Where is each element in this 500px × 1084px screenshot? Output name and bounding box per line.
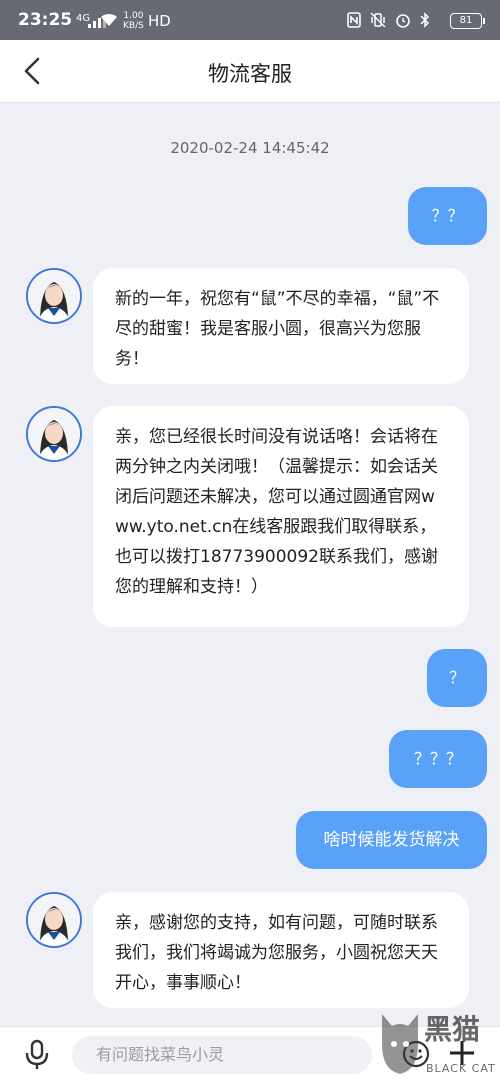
status-icons — [347, 12, 430, 32]
agent-avatar[interactable] — [26, 268, 82, 324]
hd-indicator: HD — [148, 12, 171, 30]
vibrate-icon — [370, 12, 386, 32]
watermark-logo: 黑猫 BLACK CAT — [378, 1004, 500, 1083]
message-input[interactable]: 有问题找菜鸟小灵 — [72, 1036, 372, 1074]
chat-timestamp: 2020-02-24 14:45:42 — [170, 139, 330, 157]
speed-unit: KB/S — [123, 21, 144, 31]
user-message-bubble[interactable]: ？？ — [408, 187, 487, 245]
message-text: 啥时候能发货解决 — [323, 830, 460, 850]
alarm-icon — [395, 12, 411, 32]
message-text: 亲，感谢您的支持，如有问题，可随时联系我们，我们将竭诚为您服务，小圆祝您天天开心… — [115, 913, 438, 993]
bluetooth-icon — [420, 12, 430, 32]
message-text: ？ — [448, 668, 465, 687]
message-text: 新的一年，祝您有“鼠”不尽的幸福，“鼠”不尽的甜蜜！我是客服小圆，很高兴为您服务… — [115, 289, 440, 369]
microphone-icon[interactable] — [23, 1039, 51, 1071]
user-message-bubble[interactable]: ？ — [427, 649, 487, 707]
message-text: ？？ — [431, 206, 464, 225]
message-text: ？？？ — [413, 749, 462, 768]
nfc-icon — [347, 12, 361, 32]
agent-message-bubble[interactable]: 亲，您已经很长时间没有说话咯！会话将在两分钟之内关闭哦！（温馨提示：如会话关闭后… — [93, 406, 469, 627]
user-message-bubble[interactable]: 啥时候能发货解决 — [296, 811, 487, 869]
battery-icon: 81 — [450, 13, 485, 29]
page-title: 物流客服 — [208, 62, 292, 86]
agent-message-bubble[interactable]: 亲，感谢您的支持，如有问题，可随时联系我们，我们将竭诚为您服务，小圆祝您天天开心… — [93, 892, 469, 1008]
watermark-text: 黑猫 — [424, 1013, 481, 1046]
agent-avatar[interactable] — [26, 406, 82, 462]
header-bar: 物流客服 — [0, 40, 500, 103]
status-time: 23:25 — [18, 10, 73, 30]
agent-avatar[interactable] — [26, 892, 82, 948]
status-bar: 23:25 4G 1.00 KB/S HD 81 — [0, 0, 500, 40]
watermark-subtext: BLACK CAT — [426, 1062, 496, 1075]
message-text: 亲，您已经很长时间没有说话咯！会话将在两分钟之内关闭哦！（温馨提示：如会话关闭后… — [115, 427, 438, 597]
wifi-icon — [100, 13, 118, 31]
user-message-bubble[interactable]: ？？？ — [389, 730, 487, 788]
agent-message-bubble[interactable]: 新的一年，祝您有“鼠”不尽的幸福，“鼠”不尽的甜蜜！我是客服小圆，很高兴为您服务… — [93, 268, 469, 384]
speed-value: 1.00 — [123, 11, 144, 21]
network-speed: 1.00 KB/S — [123, 11, 144, 31]
